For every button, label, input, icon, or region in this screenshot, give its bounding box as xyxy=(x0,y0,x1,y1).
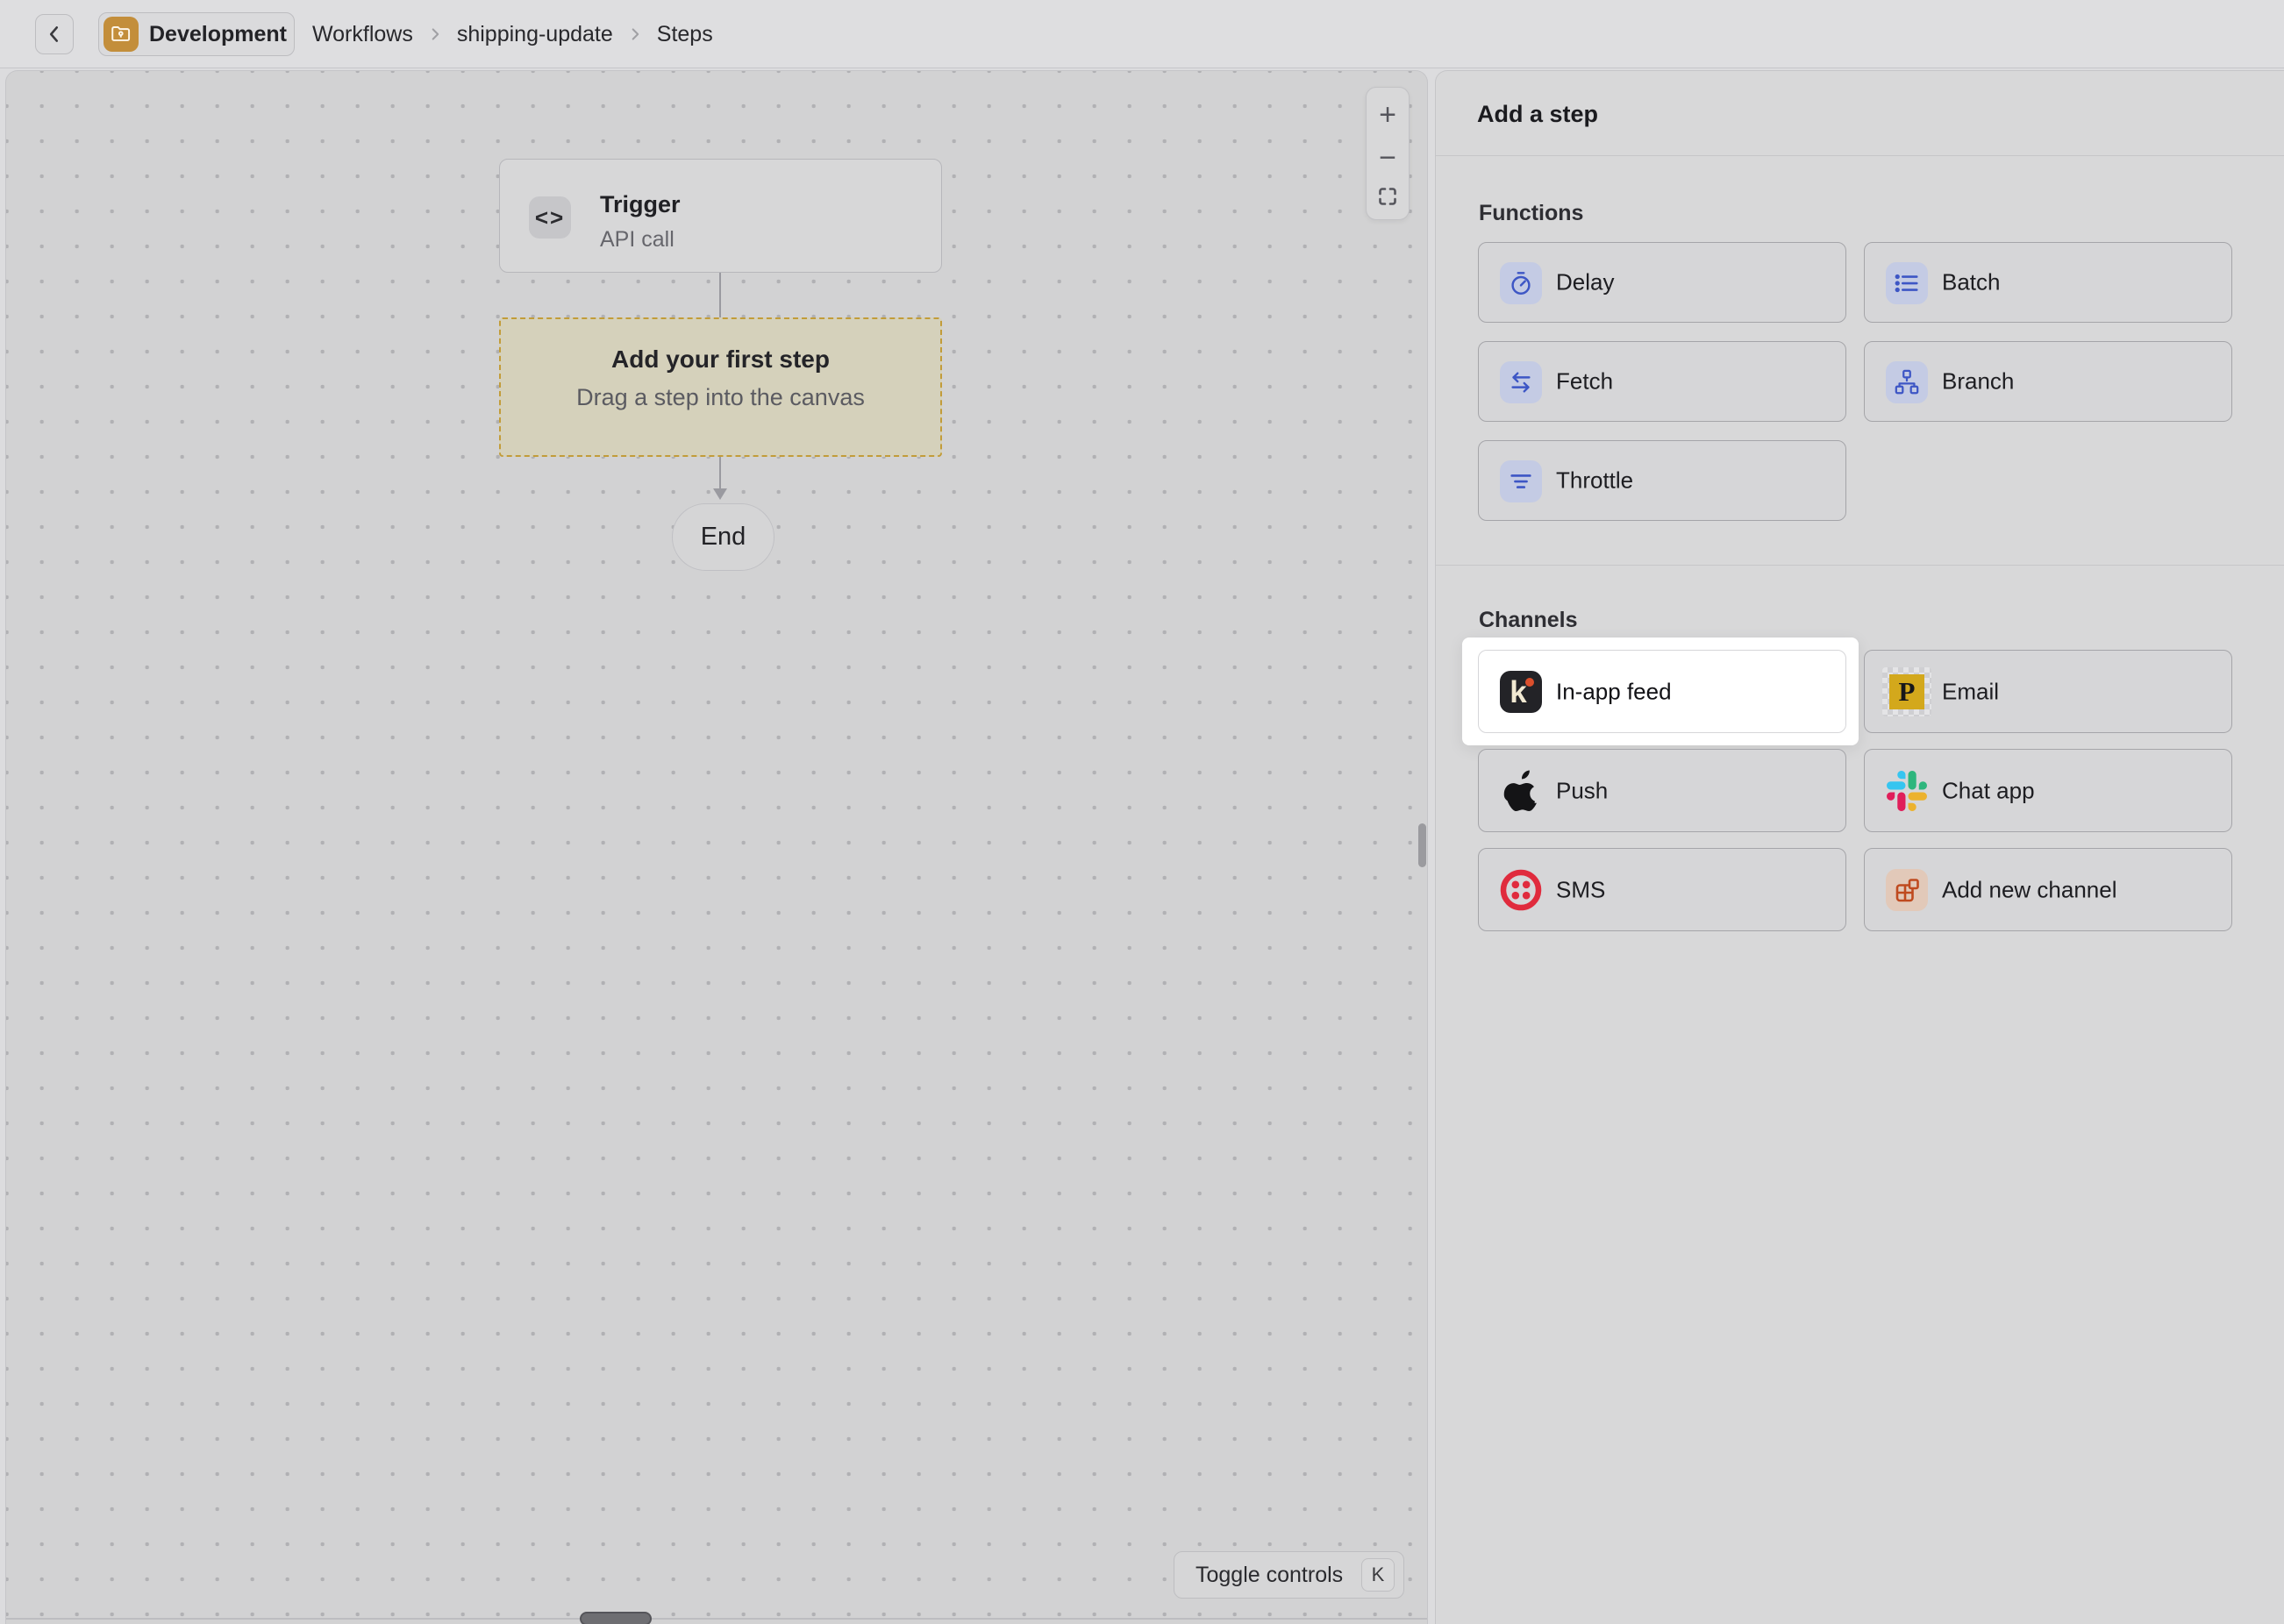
horizontal-scrollbar[interactable] xyxy=(580,1612,652,1624)
chevron-right-icon xyxy=(625,25,645,44)
function-card-branch[interactable]: Branch xyxy=(1864,341,2232,422)
throttle-icon xyxy=(1500,460,1542,502)
panel-divider xyxy=(1436,565,2284,566)
keyboard-shortcut-badge: K xyxy=(1361,1558,1395,1592)
function-card-batch[interactable]: Batch xyxy=(1864,242,2232,323)
add-step-panel: Add a step Functions Delay Batch Fetch xyxy=(1435,70,2284,1624)
horizontal-scrollbar-track xyxy=(6,1618,1427,1620)
batch-icon xyxy=(1886,262,1928,304)
panel-divider xyxy=(1436,155,2284,156)
fit-view-icon xyxy=(1377,186,1398,207)
channel-card-in-app-feed[interactable]: k In-app feed xyxy=(1478,650,1846,733)
function-card-throttle[interactable]: Throttle xyxy=(1478,440,1846,521)
connector-line xyxy=(719,457,721,488)
dropzone-subtitle: Drag a step into the canvas xyxy=(501,384,940,411)
dropzone-title: Add your first step xyxy=(501,345,940,374)
panel-title: Add a step xyxy=(1477,101,1598,128)
toggle-controls-button[interactable]: Toggle controls K xyxy=(1174,1551,1404,1599)
function-card-delay[interactable]: Delay xyxy=(1478,242,1846,323)
chevron-right-icon xyxy=(425,25,445,44)
environment-label: Development xyxy=(149,22,287,47)
channels-section-label: Channels xyxy=(1479,608,1578,633)
breadcrumb-workflows[interactable]: Workflows xyxy=(312,22,413,47)
function-card-fetch[interactable]: Fetch xyxy=(1478,341,1846,422)
twilio-logo-icon xyxy=(1500,869,1542,911)
environment-folder-icon xyxy=(103,17,139,52)
end-label: End xyxy=(701,523,746,552)
back-button[interactable] xyxy=(35,14,74,54)
breadcrumb: Workflows shipping-update Steps xyxy=(312,0,713,68)
chevron-left-icon xyxy=(43,23,66,46)
vertical-scrollbar[interactable] xyxy=(1418,823,1426,867)
channel-card-add-new[interactable]: Add new channel xyxy=(1864,848,2232,931)
app-root: Development Workflows shipping-update St… xyxy=(0,0,2284,1624)
environment-selector[interactable]: Development xyxy=(98,12,295,56)
channel-card-email[interactable]: P Email xyxy=(1864,650,2232,733)
add-first-step-dropzone[interactable]: Add your first step Drag a step into the… xyxy=(499,317,942,457)
connector-arrowhead xyxy=(713,488,727,500)
end-node: End xyxy=(672,503,774,571)
toggle-controls-label: Toggle controls xyxy=(1196,1563,1343,1588)
trigger-subtitle: API call xyxy=(600,227,674,253)
knock-logo-icon: k xyxy=(1500,671,1542,713)
slack-logo-icon xyxy=(1887,771,1927,811)
code-icon: <> xyxy=(529,196,571,239)
functions-section-label: Functions xyxy=(1479,201,1583,226)
channel-card-sms[interactable]: SMS xyxy=(1478,848,1846,931)
zoom-out-button[interactable]: − xyxy=(1379,143,1396,173)
breadcrumb-steps: Steps xyxy=(657,22,713,47)
trigger-title: Trigger xyxy=(600,191,681,218)
connector-line xyxy=(719,273,721,317)
zoom-controls: + − xyxy=(1366,87,1410,220)
add-new-channel-icon xyxy=(1886,869,1928,911)
delay-icon xyxy=(1500,262,1542,304)
branch-icon xyxy=(1886,361,1928,403)
fit-view-button[interactable] xyxy=(1377,186,1398,207)
trigger-node[interactable]: <> Trigger API call xyxy=(499,159,942,273)
workflow-canvas[interactable]: <> Trigger API call Add your first step … xyxy=(5,70,1428,1624)
channel-card-push[interactable]: Push xyxy=(1478,749,1846,832)
zoom-in-button[interactable]: + xyxy=(1379,100,1396,130)
fetch-icon xyxy=(1500,361,1542,403)
apple-logo-icon xyxy=(1502,769,1541,813)
topbar: Development Workflows shipping-update St… xyxy=(0,0,2284,68)
postmark-logo-icon: P xyxy=(1882,667,1931,716)
breadcrumb-workflow-name[interactable]: shipping-update xyxy=(457,22,613,47)
channel-card-chat-app[interactable]: Chat app xyxy=(1864,749,2232,832)
